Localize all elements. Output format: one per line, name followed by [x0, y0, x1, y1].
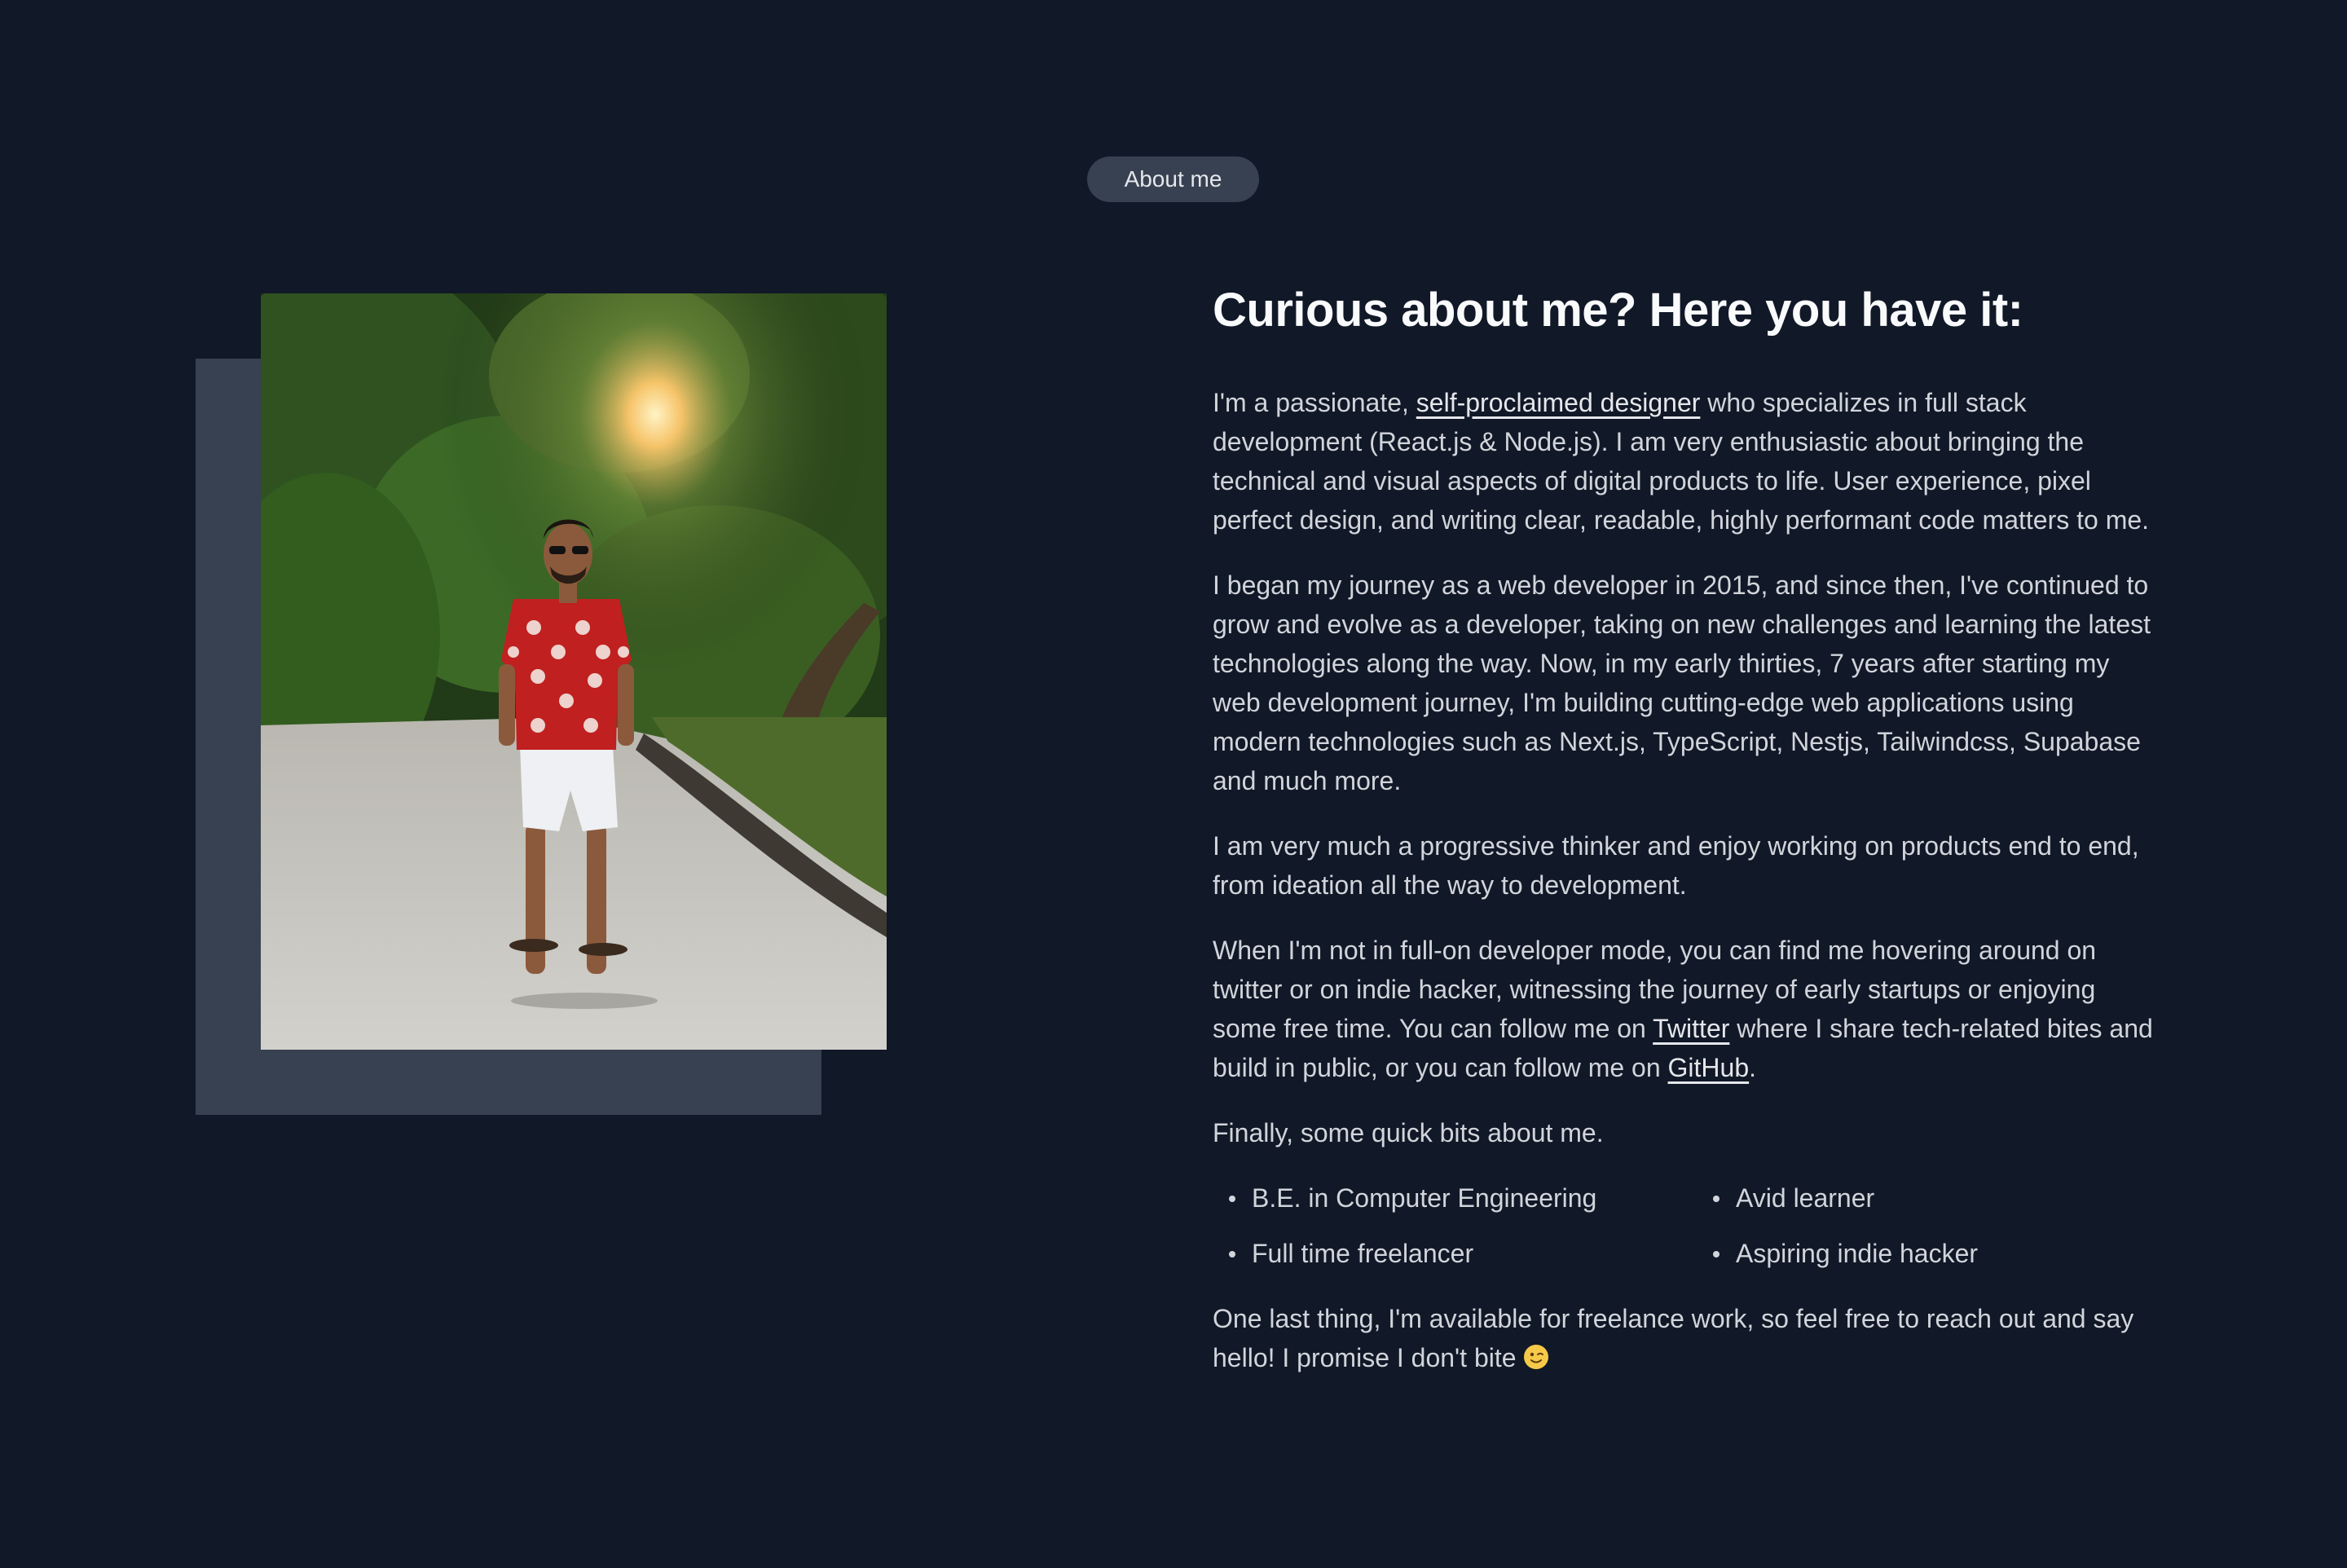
profile-photo [261, 293, 887, 1050]
closing-paragraph: One last thing, I'm available for freela… [1213, 1299, 2158, 1377]
self-proclaimed-designer-link[interactable]: self-proclaimed designer [1416, 388, 1701, 417]
profile-photo-illustration [261, 293, 887, 1050]
quick-bits-list: B.E. in Computer Engineering Avid learne… [1213, 1178, 2158, 1273]
quick-bits-intro: Finally, some quick bits about me. [1213, 1118, 1604, 1147]
winking-face-icon [1523, 1345, 1548, 1369]
section-badge: About me [1087, 156, 1259, 202]
journey-paragraph: I began my journey as a web developer in… [1213, 570, 2151, 795]
list-item: B.E. in Computer Engineering [1213, 1178, 1697, 1218]
intro-text-start: I'm a passionate, [1213, 388, 1416, 417]
twitter-link[interactable]: Twitter [1653, 1014, 1729, 1043]
closing-text: One last thing, I'm available for freela… [1213, 1304, 2134, 1372]
page-title: Curious about me? Here you have it: [1213, 284, 2023, 337]
thinker-paragraph: I am very much a progressive thinker and… [1213, 831, 2139, 900]
list-item: Avid learner [1697, 1178, 2104, 1218]
about-content: Curious about me? Here you have it: I'm … [1213, 275, 2158, 1403]
list-item: Full time freelancer [1213, 1234, 1697, 1273]
github-link[interactable]: GitHub [1668, 1053, 1750, 1082]
free-time-paragraph: When I'm not in full-on developer mode, … [1213, 931, 2158, 1087]
intro-paragraph: I'm a passionate, self-proclaimed design… [1213, 383, 2158, 540]
free-time-text-end: . [1749, 1053, 1757, 1082]
list-item: Aspiring indie hacker [1697, 1234, 2104, 1273]
